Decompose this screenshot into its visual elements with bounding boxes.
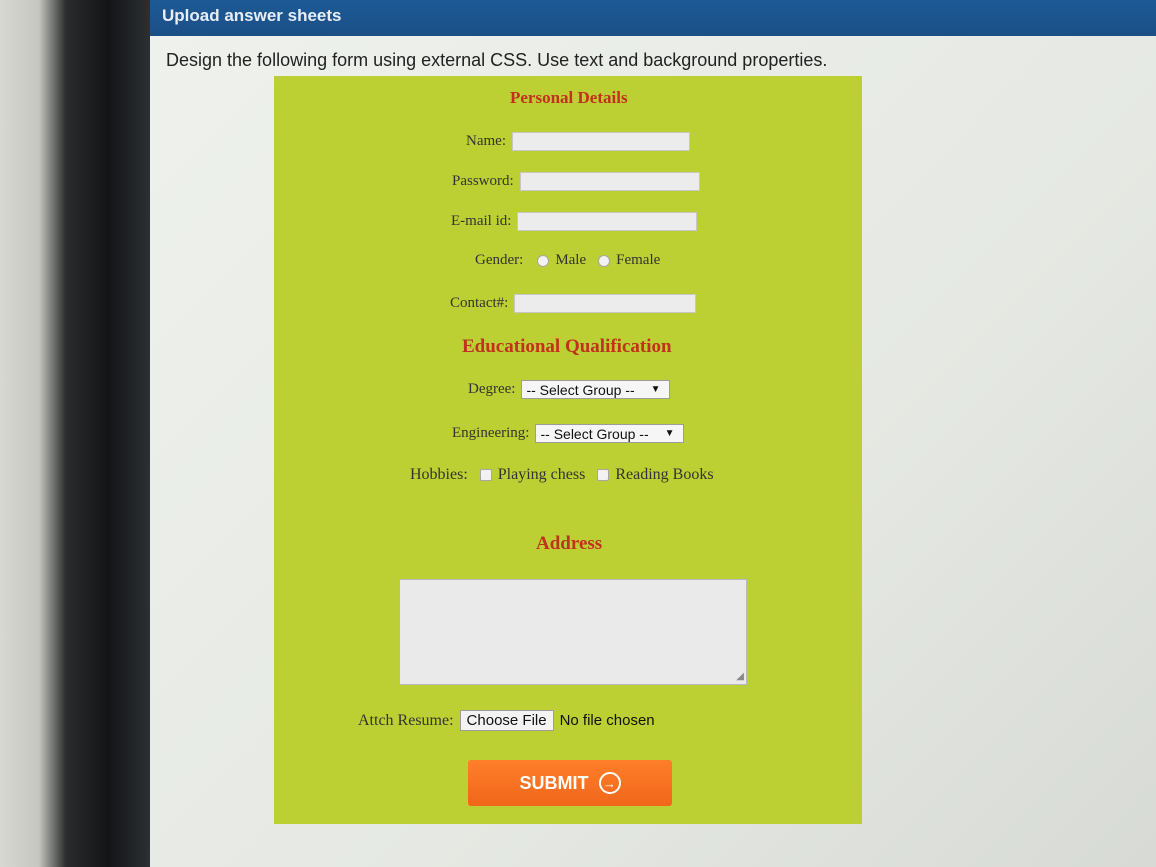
gender-row: Gender: Male Female [475,252,660,269]
hobbies-row: Hobbies: Playing chess Reading Books [410,466,714,484]
engineering-row: Engineering: -- Select Group -- ▼ [452,424,684,443]
resume-row: Attch Resume: Choose File No file chosen [358,710,655,731]
gender-female-label: Female [616,252,661,268]
password-row: Password: [452,172,700,191]
hobby-chess-checkbox[interactable] [479,469,492,481]
gender-label: Gender: [475,252,524,268]
password-input[interactable] [519,172,700,191]
hobby-reading-checkbox[interactable] [597,469,610,481]
personal-details-form: Personal Details Name: Password: E-mail … [274,76,862,824]
dropdown-arrow-icon: ▼ [664,428,675,439]
name-input[interactable] [511,132,690,151]
email-row: E-mail id: [451,212,698,231]
monitor-inner-edge [110,0,150,867]
gender-female-radio[interactable] [598,254,611,267]
degree-select[interactable]: -- Select Group -- ▼ [521,380,670,399]
arrow-right-circle-icon: → [598,772,621,794]
contact-input[interactable] [514,294,697,313]
hobby-reading-label: Reading Books [615,466,714,483]
degree-label: Degree: [468,381,516,397]
screen: Upload answer sheets Design the followin… [150,0,1156,867]
education-heading: Educational Qualification [462,336,672,357]
password-label: Password: [452,173,514,189]
degree-row: Degree: -- Select Group -- ▼ [468,380,670,399]
monitor-bezel [0,0,110,867]
name-label: Name: [466,133,506,149]
dropdown-arrow-icon: ▼ [650,384,661,395]
contact-label: Contact#: [450,295,509,311]
resume-label: Attch Resume: [358,711,454,729]
engineering-select-value: -- Select Group -- [540,425,649,442]
engineering-select[interactable]: -- Select Group -- ▼ [535,424,684,443]
choose-file-button[interactable]: Choose File [459,710,554,731]
email-label: E-mail id: [451,213,512,229]
hobby-chess-label: Playing chess [497,466,586,483]
degree-select-value: -- Select Group -- [526,381,635,398]
contact-row: Contact#: [450,294,697,313]
submit-button[interactable]: SUBMIT → [468,760,672,806]
engineering-label: Engineering: [452,425,530,441]
gender-male-radio[interactable] [537,254,550,267]
address-heading: Address [536,533,603,554]
email-input[interactable] [517,212,698,231]
file-status-text: No file chosen [559,712,655,729]
gender-male-label: Male [555,252,587,268]
name-row: Name: [466,132,690,151]
hobbies-label: Hobbies: [410,466,468,483]
address-textarea[interactable]: ◢ [399,579,747,685]
submit-label: SUBMIT [519,772,589,793]
window-title: Upload answer sheets [162,6,342,25]
instruction-text: Design the following form using external… [166,50,828,70]
personal-details-heading: Personal Details [510,88,628,107]
title-bar: Upload answer sheets [150,0,1156,36]
resize-grip-icon: ◢ [736,671,744,682]
